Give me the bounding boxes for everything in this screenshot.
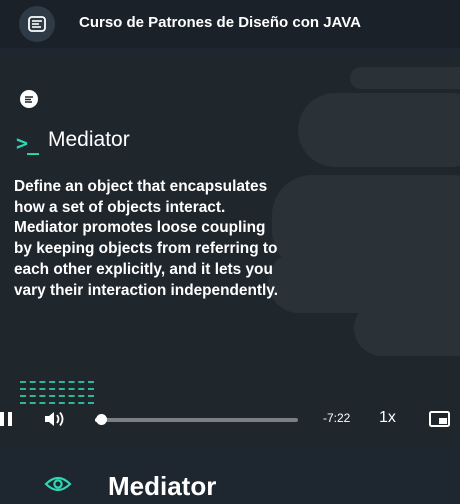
course-menu-button[interactable]: [19, 6, 55, 42]
volume-button[interactable]: [44, 410, 66, 428]
time-remaining: -7:22: [323, 411, 351, 425]
course-title[interactable]: Curso de Patrones de Diseño con JAVA: [79, 14, 361, 31]
top-bar: Curso de Patrones de Diseño con JAVA: [0, 0, 460, 48]
decorative-shape: [350, 67, 460, 89]
lesson-title: Mediator: [108, 471, 217, 501]
course-list-icon: [28, 16, 46, 32]
player-controls: -7:22 1x: [0, 400, 460, 438]
progress-bar[interactable]: [95, 418, 298, 422]
volume-icon: [45, 411, 64, 427]
video-player[interactable]: >_ Mediator Define an object that encaps…: [0, 55, 460, 445]
picture-in-picture-button[interactable]: [429, 411, 450, 427]
lesson-row: Mediator: [0, 450, 460, 504]
pause-button[interactable]: [0, 412, 14, 428]
platzi-logo-icon: [20, 90, 38, 108]
picture-in-picture-icon: [429, 411, 450, 427]
slide-body-text: Define an object that encapsulates how a…: [14, 178, 278, 299]
decorative-shape: [298, 93, 460, 167]
progress-handle[interactable]: [96, 414, 108, 425]
terminal-prompt-icon: >_: [16, 131, 39, 155]
eye-icon[interactable]: [44, 474, 72, 494]
playback-speed-button[interactable]: 1x: [379, 409, 396, 427]
decorative-shape: [354, 300, 460, 356]
slide-title: Mediator: [48, 128, 130, 151]
